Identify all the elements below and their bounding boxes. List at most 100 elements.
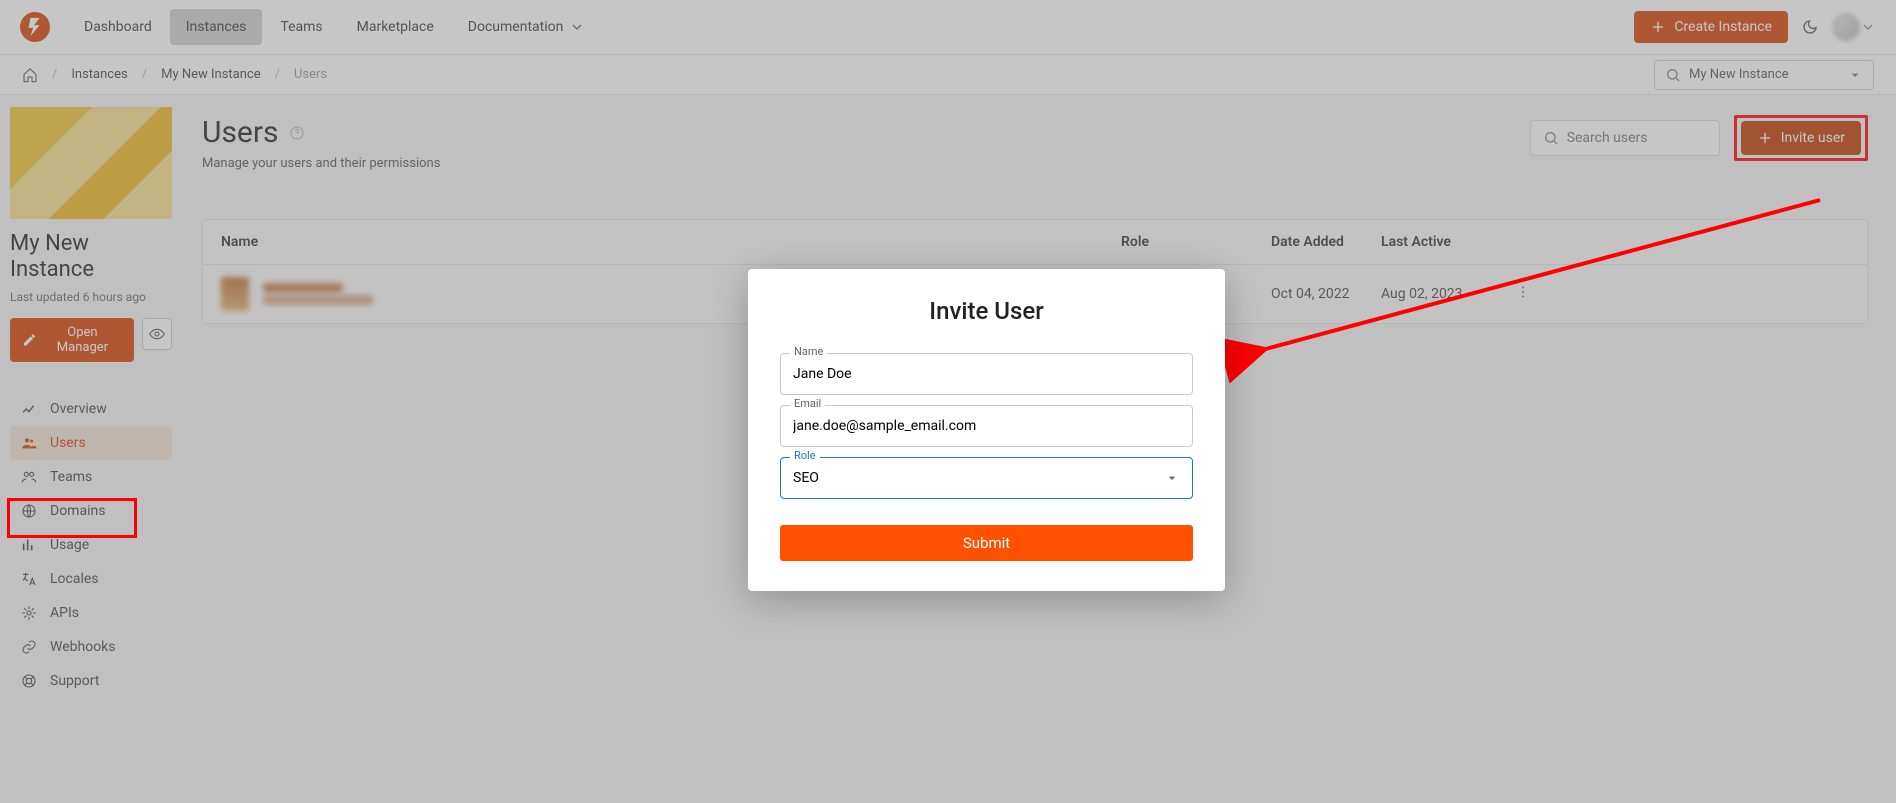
moon-icon (1802, 19, 1818, 35)
user-avatar (221, 277, 249, 311)
cell-last-active: Aug 02, 2023 (1381, 286, 1491, 302)
sidebar-item-label: Usage (50, 537, 89, 553)
bar-chart-icon (20, 537, 38, 553)
dots-vertical-icon (1515, 284, 1531, 300)
create-instance-button[interactable]: Create Instance (1634, 11, 1788, 43)
invite-user-modal: Invite User Name Email Role SEO Submit (748, 269, 1225, 591)
field-email-label: Email (790, 397, 825, 410)
instance-thumbnail[interactable] (10, 107, 172, 219)
crumb-current: Users (294, 67, 327, 82)
invite-user-label: Invite user (1781, 130, 1845, 146)
tab-documentation-label: Documentation (468, 19, 564, 35)
field-role-label: Role (790, 449, 820, 462)
instance-subtitle: Last updated 6 hours ago (10, 290, 172, 304)
sidebar-item-label: Locales (50, 571, 99, 587)
nav-tabs: Dashboard Instances Teams Marketplace Do… (68, 9, 601, 45)
plus-icon (1757, 130, 1773, 146)
globe-icon (20, 503, 38, 519)
modal-title: Invite User (780, 297, 1193, 325)
sidebar-item-label: Support (50, 673, 99, 689)
tab-documentation[interactable]: Documentation (452, 9, 602, 45)
sidebar-item-label: APIs (50, 605, 79, 621)
submit-button[interactable]: Submit (780, 525, 1193, 561)
sidebar-item-usage[interactable]: Usage (10, 528, 172, 562)
chevron-down-icon (1860, 19, 1876, 35)
page-title: Users (202, 115, 440, 150)
role-select[interactable]: SEO (780, 457, 1193, 499)
th-date-added: Date Added (1271, 234, 1381, 250)
search-users[interactable] (1530, 120, 1720, 156)
sidebar-item-users[interactable]: Users (10, 426, 172, 460)
field-name: Name (780, 353, 1193, 395)
sidebar-item-label: Users (50, 435, 86, 451)
preview-button[interactable] (142, 318, 172, 350)
sidebar-item-locales[interactable]: Locales (10, 562, 172, 596)
row-actions-menu[interactable] (1491, 284, 1531, 304)
sidebar-item-webhooks[interactable]: Webhooks (10, 630, 172, 664)
help-icon[interactable] (289, 125, 305, 141)
sidebar-item-label: Webhooks (50, 639, 116, 655)
brand-logo[interactable] (20, 12, 50, 42)
sidebar-item-label: Teams (50, 469, 92, 485)
field-email: Email (780, 405, 1193, 447)
crumb-sep: / (142, 67, 147, 82)
menu-down-icon (1164, 470, 1180, 486)
invite-highlight: Invite user (1734, 115, 1868, 161)
avatar-icon (1832, 13, 1860, 41)
name-input[interactable] (780, 353, 1193, 395)
role-select-value: SEO (793, 470, 819, 486)
lifebuoy-icon (20, 673, 38, 689)
chevron-down-icon (569, 19, 585, 35)
sidebar-item-support[interactable]: Support (10, 664, 172, 698)
sidebar-item-label: Domains (50, 503, 105, 519)
theme-toggle[interactable] (1802, 19, 1818, 35)
profile-menu[interactable] (1832, 13, 1876, 41)
tab-instances[interactable]: Instances (170, 9, 263, 45)
tab-teams[interactable]: Teams (264, 9, 338, 45)
people-icon (20, 435, 38, 451)
table-header: Name Role Date Added Last Active (203, 220, 1867, 265)
cell-date-added: Oct 04, 2022 (1271, 286, 1381, 302)
home-icon[interactable] (22, 67, 38, 83)
user-name-redacted (263, 283, 373, 305)
search-icon (1543, 130, 1559, 146)
eye-icon (149, 326, 165, 342)
menu-down-icon (1847, 67, 1863, 83)
trend-icon (20, 401, 38, 417)
field-name-label: Name (790, 345, 827, 358)
pencil-icon (22, 332, 37, 348)
sidebar-nav: Overview Users Teams Domains Usage Local… (10, 392, 172, 698)
crumb-sep: / (52, 67, 57, 82)
breadcrumb-bar: / Instances / My New Instance / Users My… (0, 55, 1896, 95)
search-users-input[interactable] (1567, 130, 1707, 146)
bolt-icon (24, 16, 46, 38)
api-icon (20, 605, 38, 621)
tab-marketplace[interactable]: Marketplace (341, 9, 450, 45)
th-name: Name (221, 234, 1121, 250)
plus-icon (1650, 19, 1666, 35)
team-icon (20, 469, 38, 485)
th-last-active: Last Active (1381, 234, 1491, 250)
sidebar-item-domains[interactable]: Domains (10, 494, 172, 528)
page-subtitle: Manage your users and their permissions (202, 156, 440, 171)
instance-selector-label: My New Instance (1689, 67, 1789, 82)
sidebar-item-apis[interactable]: APIs (10, 596, 172, 630)
open-manager-button[interactable]: Open Manager (10, 318, 134, 362)
create-instance-label: Create Instance (1674, 19, 1772, 35)
crumb-instance-name[interactable]: My New Instance (161, 67, 261, 82)
link-icon (20, 639, 38, 655)
tab-dashboard[interactable]: Dashboard (68, 9, 168, 45)
field-role: Role SEO (780, 457, 1193, 499)
crumb-sep: / (275, 67, 280, 82)
crumb-instances[interactable]: Instances (71, 67, 127, 82)
top-nav: Dashboard Instances Teams Marketplace Do… (0, 0, 1896, 55)
sidebar-item-label: Overview (50, 401, 107, 417)
invite-user-button[interactable]: Invite user (1741, 121, 1861, 155)
search-icon (1665, 67, 1681, 83)
page-title-text: Users (202, 115, 279, 150)
sidebar-item-overview[interactable]: Overview (10, 392, 172, 426)
sidebar-item-teams[interactable]: Teams (10, 460, 172, 494)
sidebar: My New Instance Last updated 6 hours ago… (0, 95, 182, 803)
instance-selector[interactable]: My New Instance (1654, 60, 1874, 90)
email-input[interactable] (780, 405, 1193, 447)
